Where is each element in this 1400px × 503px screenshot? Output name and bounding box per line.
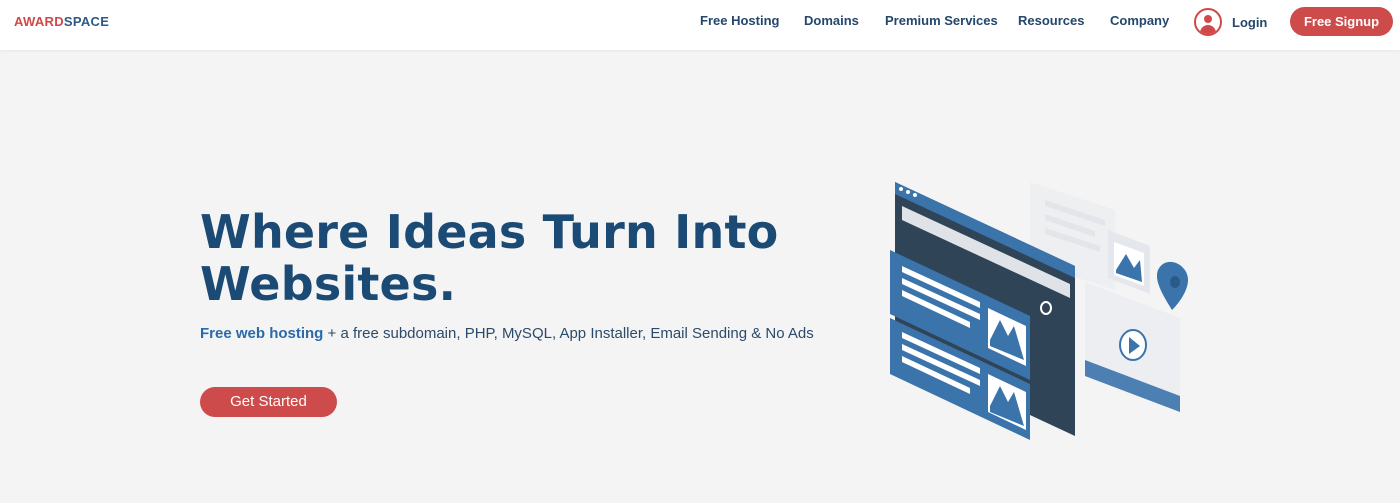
awardspace-logo[interactable]: AWARDSPACE — [14, 14, 109, 29]
login-label: Login — [1232, 14, 1268, 30]
nav-free-hosting[interactable]: Free Hosting — [700, 13, 779, 28]
get-started-button[interactable]: Get Started — [200, 387, 337, 417]
login-link[interactable]: Login — [1194, 8, 1267, 36]
nav-company[interactable]: Company — [1110, 13, 1169, 28]
nav-premium-services[interactable]: Premium Services — [885, 13, 998, 28]
browser-windows-illustration — [890, 182, 1188, 440]
user-circle-icon — [1194, 8, 1222, 36]
hero-subtitle-highlight: Free web hosting — [200, 325, 324, 342]
hero-subtitle: Free web hosting + a free subdomain, PHP… — [200, 325, 814, 342]
logo-part-space: SPACE — [63, 14, 110, 29]
nav-domains[interactable]: Domains — [804, 13, 859, 28]
hero-subtitle-text: + a free subdomain, PHP, MySQL, App Inst… — [323, 325, 814, 342]
site-header: AWARDSPACE Free Hosting Domains Premium … — [0, 0, 1400, 50]
logo-part-award: AWARD — [14, 14, 64, 29]
nav-resources[interactable]: Resources — [1018, 13, 1084, 28]
hero-title: Where Ideas Turn Into Websites. — [200, 205, 779, 311]
free-signup-button[interactable]: Free Signup — [1290, 7, 1393, 36]
